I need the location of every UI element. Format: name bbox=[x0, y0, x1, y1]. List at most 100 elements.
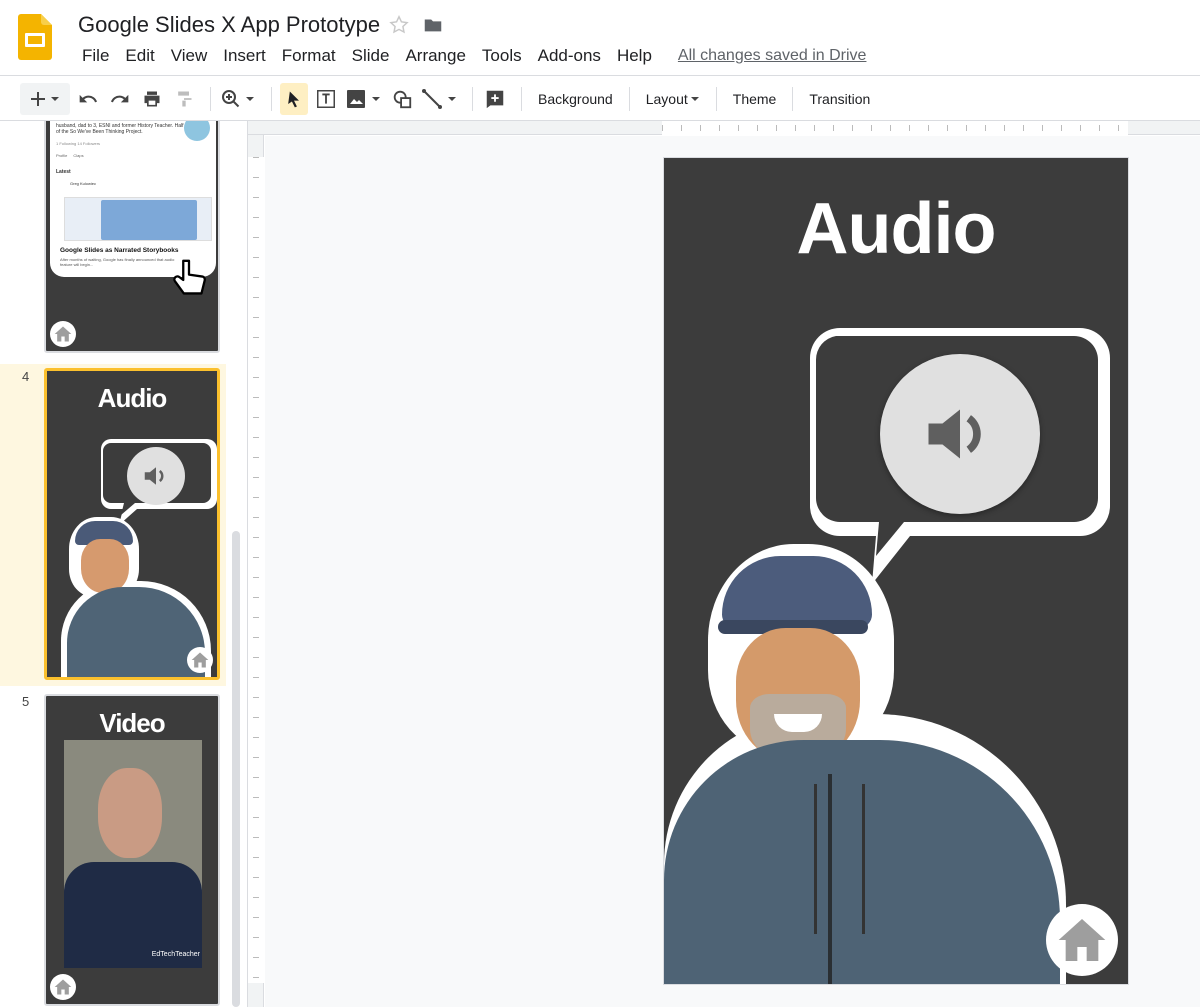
tab-profile: Profile bbox=[56, 153, 68, 158]
toolbar-divider bbox=[792, 86, 794, 111]
shape-icon bbox=[393, 90, 412, 108]
toolbar-divider bbox=[210, 86, 211, 111]
menu-tools[interactable]: Tools bbox=[476, 46, 528, 66]
toolbar-divider bbox=[521, 86, 522, 111]
illustration bbox=[101, 200, 197, 240]
face bbox=[81, 539, 129, 593]
slide-thumbnail-3[interactable]: husband, dad to 3, ESNI and former Histo… bbox=[44, 121, 220, 353]
cursor-icon bbox=[288, 91, 299, 107]
video-face bbox=[98, 768, 162, 858]
slides-logo-icon[interactable] bbox=[18, 14, 52, 60]
toolbar-divider bbox=[628, 86, 630, 111]
zoom-icon bbox=[222, 89, 254, 107]
insert-comment-button[interactable] bbox=[481, 83, 509, 115]
menu-arrange[interactable]: Arrange bbox=[399, 46, 471, 66]
post-excerpt: After months of waiting, Google has fina… bbox=[60, 257, 175, 267]
document-title[interactable]: Google Slides X App Prototype bbox=[78, 12, 380, 38]
menu-bar: File Edit View Insert Format Slide Arran… bbox=[76, 46, 866, 66]
theme-button[interactable]: Theme bbox=[725, 91, 785, 107]
phone-screenshot: husband, dad to 3, ESNI and former Histo… bbox=[50, 121, 216, 277]
speaker-circle[interactable] bbox=[880, 354, 1040, 514]
toolbar-divider bbox=[271, 86, 272, 111]
drawstring-right bbox=[862, 784, 865, 934]
layout-button[interactable]: Layout bbox=[638, 91, 708, 107]
home-icon[interactable] bbox=[50, 321, 76, 347]
tab-claps: Claps bbox=[73, 153, 84, 158]
home-button[interactable] bbox=[1046, 904, 1118, 976]
menu-insert[interactable]: Insert bbox=[217, 46, 272, 66]
home-icon[interactable] bbox=[187, 647, 213, 673]
add-comment-icon bbox=[486, 90, 504, 108]
redo-icon bbox=[111, 94, 129, 102]
thumb-title-audio: Audio bbox=[97, 383, 168, 413]
vertical-ruler[interactable] bbox=[248, 135, 264, 1007]
slide-number-5: 5 bbox=[22, 694, 30, 709]
hoodie-zipper bbox=[828, 774, 832, 984]
image-button[interactable] bbox=[344, 83, 384, 115]
toolbar: Background Layout Theme Transition bbox=[0, 77, 1200, 121]
toolbar-divider bbox=[715, 86, 717, 111]
speaker-circle bbox=[127, 447, 185, 505]
house-icon bbox=[191, 652, 209, 668]
ruler-active-region bbox=[248, 157, 264, 983]
paint-format-button[interactable] bbox=[170, 83, 198, 115]
horizontal-ruler[interactable] bbox=[248, 121, 1200, 135]
volume-icon bbox=[928, 409, 981, 459]
text-box-icon bbox=[317, 89, 335, 108]
transition-button[interactable]: Transition bbox=[801, 91, 878, 107]
house-icon bbox=[1058, 919, 1106, 961]
folder-icon[interactable] bbox=[422, 14, 444, 36]
slide-number-4: 4 bbox=[22, 369, 30, 384]
bio-text: husband, dad to 3, ESNI and former Histo… bbox=[56, 123, 184, 135]
hand-cursor-icon bbox=[173, 259, 206, 295]
zoom-button[interactable] bbox=[219, 83, 259, 115]
video-frame: EdTechTeacher bbox=[64, 740, 202, 968]
image-icon bbox=[347, 89, 380, 108]
star-icon[interactable] bbox=[388, 14, 410, 36]
undo-button[interactable] bbox=[74, 83, 102, 115]
volume-icon bbox=[144, 467, 164, 485]
slide-title-audio[interactable]: Audio bbox=[664, 188, 1128, 270]
house-icon bbox=[54, 979, 72, 995]
line-icon bbox=[422, 88, 456, 109]
save-status-link[interactable]: All changes saved in Drive bbox=[678, 47, 867, 65]
author-name: Greg Kulowiec bbox=[70, 181, 97, 186]
new-slide-button[interactable] bbox=[20, 82, 70, 115]
layout-label: Layout bbox=[645, 90, 688, 107]
home-icon[interactable] bbox=[50, 974, 76, 1000]
menu-edit[interactable]: Edit bbox=[119, 46, 160, 66]
latest-label: Latest bbox=[56, 169, 71, 175]
post-image bbox=[64, 197, 212, 241]
app-header: Google Slides X App Prototype File Edit … bbox=[0, 0, 1200, 76]
follow-text: 1 Following 14 Followers bbox=[56, 141, 101, 146]
filmstrip-scrollbar[interactable] bbox=[232, 531, 240, 1007]
post-title: Google Slides as Narrated Storybooks bbox=[60, 247, 179, 254]
menu-slide[interactable]: Slide bbox=[346, 46, 396, 66]
chevron-down-icon bbox=[690, 96, 699, 101]
toolbar-divider bbox=[472, 86, 473, 111]
menu-help[interactable]: Help bbox=[611, 46, 658, 66]
ruler-active-region bbox=[662, 121, 1128, 135]
plus-icon bbox=[31, 91, 59, 106]
menu-addons[interactable]: Add-ons bbox=[532, 46, 607, 66]
select-tool-button[interactable] bbox=[280, 82, 308, 115]
menu-file[interactable]: File bbox=[76, 46, 115, 66]
redo-button[interactable] bbox=[106, 83, 134, 115]
avatar bbox=[184, 121, 210, 141]
text-box-button[interactable] bbox=[312, 83, 340, 115]
shape-button[interactable] bbox=[388, 83, 416, 115]
menu-format[interactable]: Format bbox=[276, 46, 342, 66]
print-button[interactable] bbox=[138, 83, 166, 115]
undo-icon bbox=[79, 94, 97, 102]
slide-thumbnail-4[interactable]: Audio bbox=[44, 368, 220, 680]
video-brand: EdTechTeacher bbox=[151, 951, 200, 958]
thumb-title-video: Video bbox=[99, 708, 165, 738]
house-icon bbox=[54, 326, 72, 342]
menu-view[interactable]: View bbox=[165, 46, 214, 66]
main-slide[interactable]: Audio bbox=[664, 158, 1128, 984]
background-button[interactable]: Background bbox=[530, 91, 621, 107]
line-button[interactable] bbox=[420, 83, 460, 115]
paint-format-icon bbox=[178, 91, 192, 106]
slide-thumbnail-5[interactable]: Video EdTechTeacher bbox=[44, 694, 220, 1006]
drawstring-left bbox=[814, 784, 817, 934]
